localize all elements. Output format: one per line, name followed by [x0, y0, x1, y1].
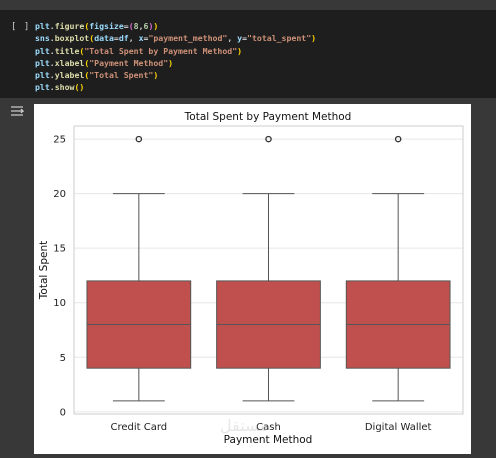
watermark: مستقل [220, 416, 268, 435]
y-axis-label: Total Spent [38, 241, 50, 300]
x-tick-label: Digital Wallet [365, 422, 432, 433]
code-token: ) [168, 57, 174, 68]
code-line: plt.title("Total Spent by Payment Method… [35, 45, 316, 57]
output-toggle-icon[interactable] [10, 105, 24, 117]
code-token: figsize [89, 21, 124, 31]
x-tick-label: Credit Card [111, 422, 168, 433]
code-token: show [54, 82, 75, 93]
code-token: plt [35, 82, 50, 93]
code-token: "Total Spent by Payment Method" [84, 45, 238, 56]
code-token: ) [311, 33, 317, 44]
code-line: plt.xlabel("Payment Method") [35, 57, 316, 69]
code-token: "Payment Method" [89, 57, 169, 68]
code-token: boxplot [54, 33, 90, 44]
run-cell-button[interactable]: [ ] [11, 22, 30, 32]
boxplot-chart: Total Spent by Payment Method 0 5 10 15 20 25… [38, 111, 464, 446]
code-token: data [94, 33, 114, 44]
code-token: ) [237, 45, 243, 56]
code-token: ylabel [54, 70, 85, 81]
code-token: , [227, 33, 238, 44]
code-line: plt.show() [35, 81, 316, 93]
code-line: plt.ylabel("Total Spent") [35, 69, 316, 81]
code-token: figure [54, 21, 85, 31]
y-tick-label: 10 [53, 298, 66, 309]
x-axis-label: Payment Method [224, 434, 313, 446]
code-token: "total_spent" [247, 33, 312, 44]
cell-top-bar [0, 0, 496, 10]
code-line: sns.boxplot(data=df, x="payment_method",… [35, 32, 316, 44]
code-token: "Total Spent" [89, 70, 154, 81]
y-tick-label: 25 [53, 135, 66, 146]
code-cell[interactable]: [ ] plt.figure(figsize=(8,6)) sns.boxplot… [0, 10, 496, 98]
y-tick-label: 0 [60, 407, 66, 418]
code-token: title [54, 45, 80, 56]
code-token: xlabel [54, 57, 85, 68]
code-line: plt.figure(figsize=(8,6)) [35, 20, 316, 32]
y-tick-label: 5 [60, 353, 66, 364]
chart-title: Total Spent by Payment Method [184, 111, 352, 123]
code-token: df [118, 33, 129, 44]
code-token: sns [35, 33, 50, 44]
plot-output: Total Spent by Payment Method 0 5 10 15 20 25… [34, 104, 471, 454]
code-token: , [128, 33, 139, 44]
code-token: plt [35, 70, 50, 81]
y-tick-label: 15 [53, 244, 66, 255]
code-token: ) [79, 82, 85, 93]
code-editor[interactable]: plt.figure(figsize=(8,6)) sns.boxplot(dat… [35, 20, 316, 94]
code-token: ) [153, 70, 159, 81]
code-token: plt [35, 21, 50, 31]
code-token: ) [153, 21, 159, 31]
y-tick-label: 20 [53, 189, 66, 200]
code-token: "payment_method" [148, 33, 228, 44]
code-token: plt [35, 45, 50, 56]
code-token: plt [35, 57, 50, 68]
